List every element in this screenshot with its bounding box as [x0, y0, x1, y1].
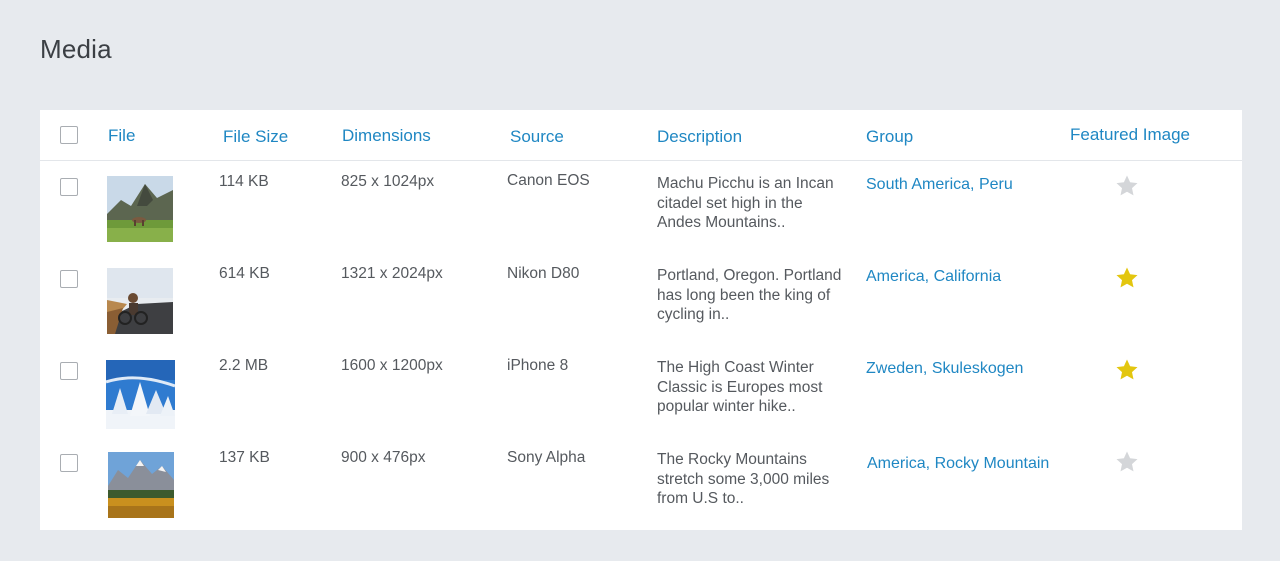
column-header-file[interactable]: File [108, 126, 135, 146]
table-row: 2.2 MB 1600 x 1200px iPhone 8 The High C… [40, 352, 1242, 444]
group-link[interactable]: South America, Peru [866, 175, 1013, 194]
select-all-checkbox[interactable] [60, 126, 78, 144]
star-outline-icon[interactable] [1115, 450, 1139, 474]
file-size: 2.2 MB [219, 357, 269, 374]
cyclist-on-road-thumbnail[interactable] [107, 268, 173, 334]
table-row: 614 KB 1321 x 2024px Nikon D80 Portland,… [40, 260, 1242, 352]
column-header-description[interactable]: Description [657, 127, 742, 147]
group-link[interactable]: America, Rocky Mountain [867, 454, 1049, 473]
source: iPhone 8 [507, 357, 569, 374]
file-size: 137 KB [219, 449, 270, 466]
dimensions: 1600 x 1200px [341, 357, 443, 374]
rocky-mountains-thumbnail[interactable] [108, 452, 174, 518]
column-header-group[interactable]: Group [866, 127, 913, 147]
column-header-file-size[interactable]: File Size [223, 127, 288, 147]
group-link[interactable]: Zweden, Skuleskogen [866, 359, 1023, 378]
snowy-forest-thumbnail[interactable] [106, 360, 175, 429]
mountain-landscape-thumbnail[interactable] [107, 176, 173, 242]
description: The High Coast Winter Classic is Europes… [657, 359, 823, 415]
row-checkbox[interactable] [60, 270, 78, 288]
source: Canon EOS [507, 172, 590, 189]
source: Sony Alpha [507, 449, 586, 466]
star-outline-icon[interactable] [1115, 174, 1139, 198]
media-table: File File Size Dimensions Source Descrip… [40, 110, 1242, 530]
description: Machu Picchu is an Incan citadel set hig… [657, 175, 834, 231]
column-header-featured-image[interactable]: Featured Image [1070, 125, 1190, 145]
media-page: Media File File Size Dimensions Source D… [0, 0, 1280, 561]
star-filled-icon[interactable] [1115, 358, 1139, 382]
file-size: 614 KB [219, 265, 270, 282]
table-row: 137 KB 900 x 476px Sony Alpha The Rocky … [40, 444, 1242, 536]
page-title: Media [40, 34, 112, 64]
description: Portland, Oregon. Portland has long been… [657, 267, 842, 323]
dimensions: 1321 x 2024px [341, 265, 443, 282]
table-header: File File Size Dimensions Source Descrip… [40, 110, 1242, 161]
group-link[interactable]: America, California [866, 267, 1001, 286]
table-row: 114 KB 825 x 1024px Canon EOS Machu Picc… [40, 168, 1242, 260]
dimensions: 900 x 476px [341, 449, 426, 466]
star-filled-icon[interactable] [1115, 266, 1139, 290]
row-checkbox[interactable] [60, 454, 78, 472]
file-size: 114 KB [219, 173, 269, 190]
source: Nikon D80 [507, 265, 580, 282]
row-checkbox[interactable] [60, 178, 78, 196]
row-checkbox[interactable] [60, 362, 78, 380]
column-header-dimensions[interactable]: Dimensions [342, 126, 431, 146]
column-header-source[interactable]: Source [510, 127, 564, 147]
description: The Rocky Mountains stretch some 3,000 m… [657, 451, 830, 507]
dimensions: 825 x 1024px [341, 173, 435, 190]
